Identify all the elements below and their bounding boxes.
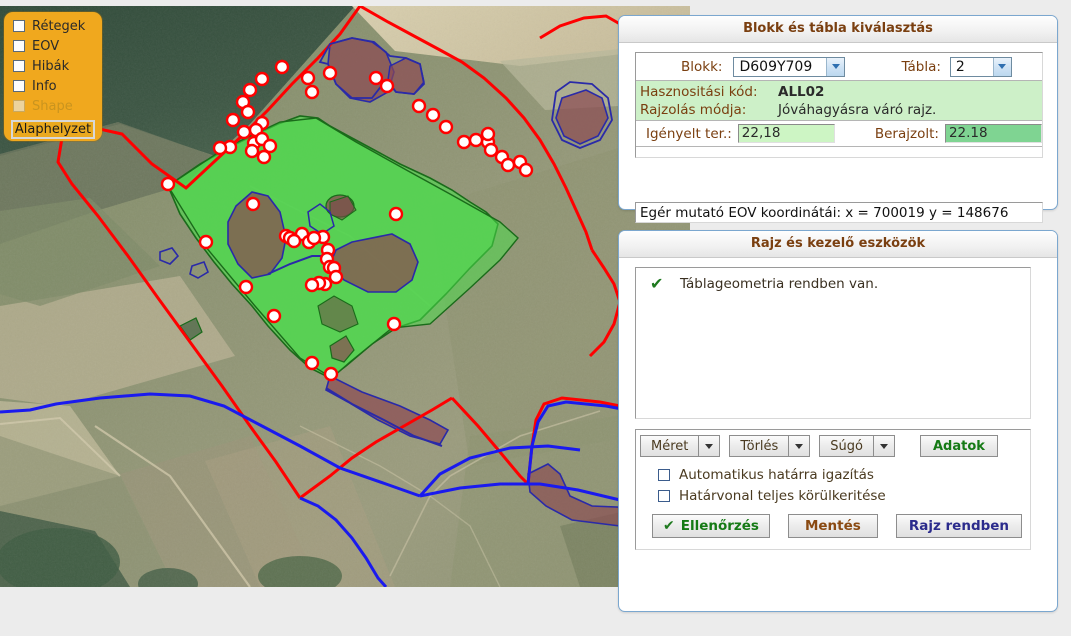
map-canvas[interactable] [0,6,690,587]
berajzolt-label: Berajzolt: [874,125,939,142]
block-form: Blokk: D609Y709 Tábla: 2 Hasznositási kó… [635,52,1043,158]
sugo-split-button[interactable]: Súgó [819,435,895,457]
ellenorzes-label: Ellenőrzés [680,518,759,534]
tool-buttons-row: Méret Törlés Súgó Adatok [636,430,1030,457]
meret-split-button[interactable]: Méret [640,435,721,457]
mentes-button[interactable]: Mentés [787,514,878,538]
checkbox-icon[interactable] [13,20,25,32]
action-buttons-row: ✔ Ellenőrzés Mentés Rajz rendben [636,506,1030,538]
checkbox-icon[interactable] [13,40,25,52]
ellenorzes-button[interactable]: ✔ Ellenőrzés [652,514,770,538]
block-selection-panel: Blokk és tábla kiválasztás Blokk: D609Y7… [618,15,1058,223]
coordinate-bar: Egér mutató EOV koordinátái: x = 700019 … [635,202,1043,223]
check-icon: ✔ [663,518,675,534]
igenyelt-label: Igényelt ter.: [646,125,732,142]
checkbox-icon[interactable] [13,80,25,92]
rajz-rendben-button[interactable]: Rajz rendben [895,514,1023,538]
auto-snap-checkbox-row[interactable]: Automatikus határra igazítás [636,464,1030,485]
rajzolas-modja-value: Jóváhagyásra váró rajz. [778,102,937,118]
torles-button[interactable]: Törlés [729,435,789,457]
layers-panel[interactable]: Rétegek EOV Hibák Info Shape Alaphelyzet [4,12,102,141]
sugo-button[interactable]: Súgó [819,435,873,457]
auto-snap-label: Automatikus határra igazítás [679,466,874,483]
berajzolt-field[interactable]: 22.18 [944,124,1042,143]
full-enclose-label: Határvonal teljes körülkeritése [679,487,886,504]
message-text: Táblageometria rendben van. [680,276,879,292]
block-info-block: Hasznositási kód: ALL02 Rajzolás módja: … [636,81,1042,121]
selection-row: Blokk: D609Y709 Tábla: 2 [636,53,1042,81]
checkbox-icon[interactable] [658,489,670,502]
layer-label: Shape [32,98,73,114]
layer-item-hibak[interactable]: Hibák [4,56,102,76]
checkbox-icon [13,100,25,112]
blank-row [636,147,1042,173]
area-row: Igényelt ter.: 22,18 Berajzolt: 22.18 [636,121,1042,147]
check-icon: ✔ [650,274,664,293]
layer-item-retegek[interactable]: Rétegek [4,16,102,36]
chevron-down-icon[interactable] [992,57,1011,76]
igenyelt-field[interactable]: 22,18 [737,124,835,143]
full-enclose-checkbox-row[interactable]: Határvonal teljes körülkeritése [636,485,1030,506]
layer-item-shape: Shape [4,96,102,116]
blokk-select[interactable]: D609Y709 [733,56,846,77]
layer-item-eov[interactable]: EOV [4,36,102,56]
checkbox-icon[interactable] [658,468,670,481]
hasznositasi-kod-label: Hasznositási kód: [640,84,758,100]
blokk-label: Blokk: [681,58,723,75]
message-row: ✔ Táblageometria rendben van. [636,274,1030,293]
map-viewport[interactable] [0,6,690,587]
tabla-select[interactable]: 2 [949,56,1012,77]
reset-button[interactable]: Alaphelyzet [11,120,95,139]
adatok-button[interactable]: Adatok [920,435,998,457]
meret-dropdown-toggle[interactable] [698,435,721,457]
tabla-label: Tábla: [901,58,941,75]
meret-button[interactable]: Méret [640,435,699,457]
message-box: ✔ Táblageometria rendben van. [635,267,1031,419]
tabla-value: 2 [955,58,965,75]
blokk-value: D609Y709 [739,58,813,75]
chevron-down-icon[interactable] [826,57,845,76]
rajzolas-modja-row: Rajzolás módja: Jóváhagyásra váró rajz. [640,101,1042,119]
checkbox-icon[interactable] [13,60,25,72]
layer-label: Hibák [32,58,70,74]
tool-controls-box: Méret Törlés Súgó Adatok Automatikus hat… [635,429,1031,550]
torles-dropdown-toggle[interactable] [788,435,811,457]
drawing-tools-panel: Rajz és kezelő eszközök ✔ Táblageometria… [618,230,1058,612]
block-panel-title: Blokk és tábla kiválasztás [619,16,1057,43]
layer-item-info[interactable]: Info [4,76,102,96]
tools-panel-title: Rajz és kezelő eszközök [619,231,1057,258]
hasznositasi-kod-row: Hasznositási kód: ALL02 [640,83,1042,101]
hasznositasi-kod-value: ALL02 [778,84,825,100]
sugo-dropdown-toggle[interactable] [873,435,895,457]
rajzolas-modja-label: Rajzolás módja: [640,102,747,118]
layer-label: EOV [32,38,60,54]
torles-split-button[interactable]: Törlés [729,435,811,457]
layer-label: Rétegek [32,18,86,34]
layer-label: Info [32,78,57,94]
